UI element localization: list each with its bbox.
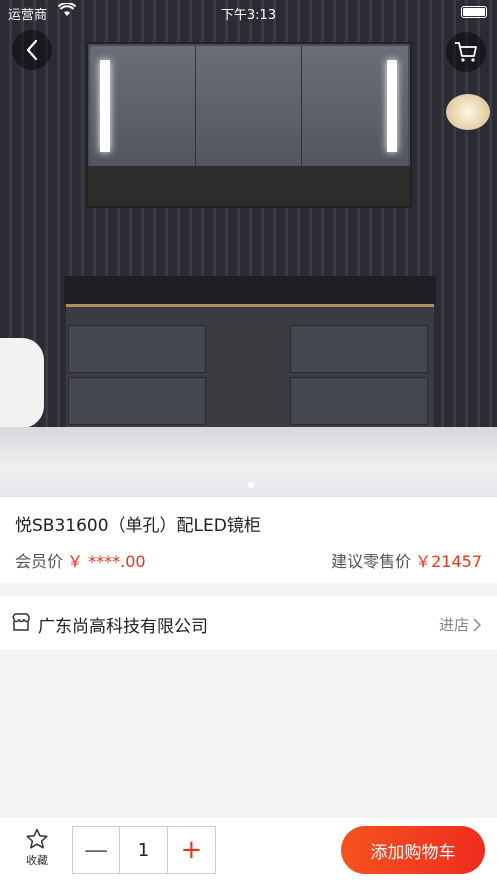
bottom-bar: 收藏 — 1 + 添加购物车 — [0, 818, 497, 883]
status-bar: 运营商 下午3:13 — [0, 0, 497, 26]
quantity-value[interactable]: 1 — [120, 827, 168, 873]
countertop-illustration — [64, 276, 436, 304]
enter-store-label: 进店 — [438, 616, 469, 634]
store-row[interactable]: 广东尚高科技有限公司 进店 — [0, 596, 497, 650]
quantity-stepper: — 1 + — [72, 826, 216, 874]
product-title: 悦SB31600（单孔）配LED镜柜 — [15, 516, 261, 536]
suggested-price: ￥21457 — [415, 552, 482, 571]
gallery-indicator — [248, 482, 254, 488]
back-icon — [26, 39, 38, 61]
store-name: 广东尚高科技有限公司 — [38, 617, 208, 637]
toilet-illustration — [0, 338, 44, 428]
enter-store-link[interactable]: 进店 — [439, 614, 481, 635]
battery-icon — [461, 6, 487, 18]
add-to-cart-button[interactable]: 添加购物车 — [341, 826, 485, 874]
back-button[interactable] — [12, 30, 52, 70]
mirror-cabinet-illustration — [86, 42, 412, 208]
increase-button[interactable]: + — [168, 827, 215, 873]
store-icon — [11, 612, 31, 636]
member-price: ￥ ****.00 — [67, 552, 146, 571]
star-icon — [26, 828, 48, 849]
lamp-illustration — [446, 94, 490, 130]
chevron-right-icon — [473, 617, 481, 632]
member-price-label: 会员价 — [15, 552, 64, 571]
favorite-button[interactable]: 收藏 — [20, 828, 54, 868]
cart-button[interactable] — [446, 32, 486, 72]
cart-icon — [455, 42, 477, 62]
status-time: 下午3:13 — [220, 8, 277, 23]
decrease-button[interactable]: — — [73, 827, 121, 873]
product-info: 悦SB31600（单孔）配LED镜柜 会员价 ￥ ****.00 建议零售价 ￥21… — [0, 497, 497, 583]
price-row: 会员价 ￥ ****.00 建议零售价 ￥21457 — [15, 548, 482, 572]
favorite-label: 收藏 — [26, 854, 48, 867]
product-image[interactable] — [0, 0, 497, 497]
suggested-price-label: 建议零售价 — [331, 552, 412, 571]
